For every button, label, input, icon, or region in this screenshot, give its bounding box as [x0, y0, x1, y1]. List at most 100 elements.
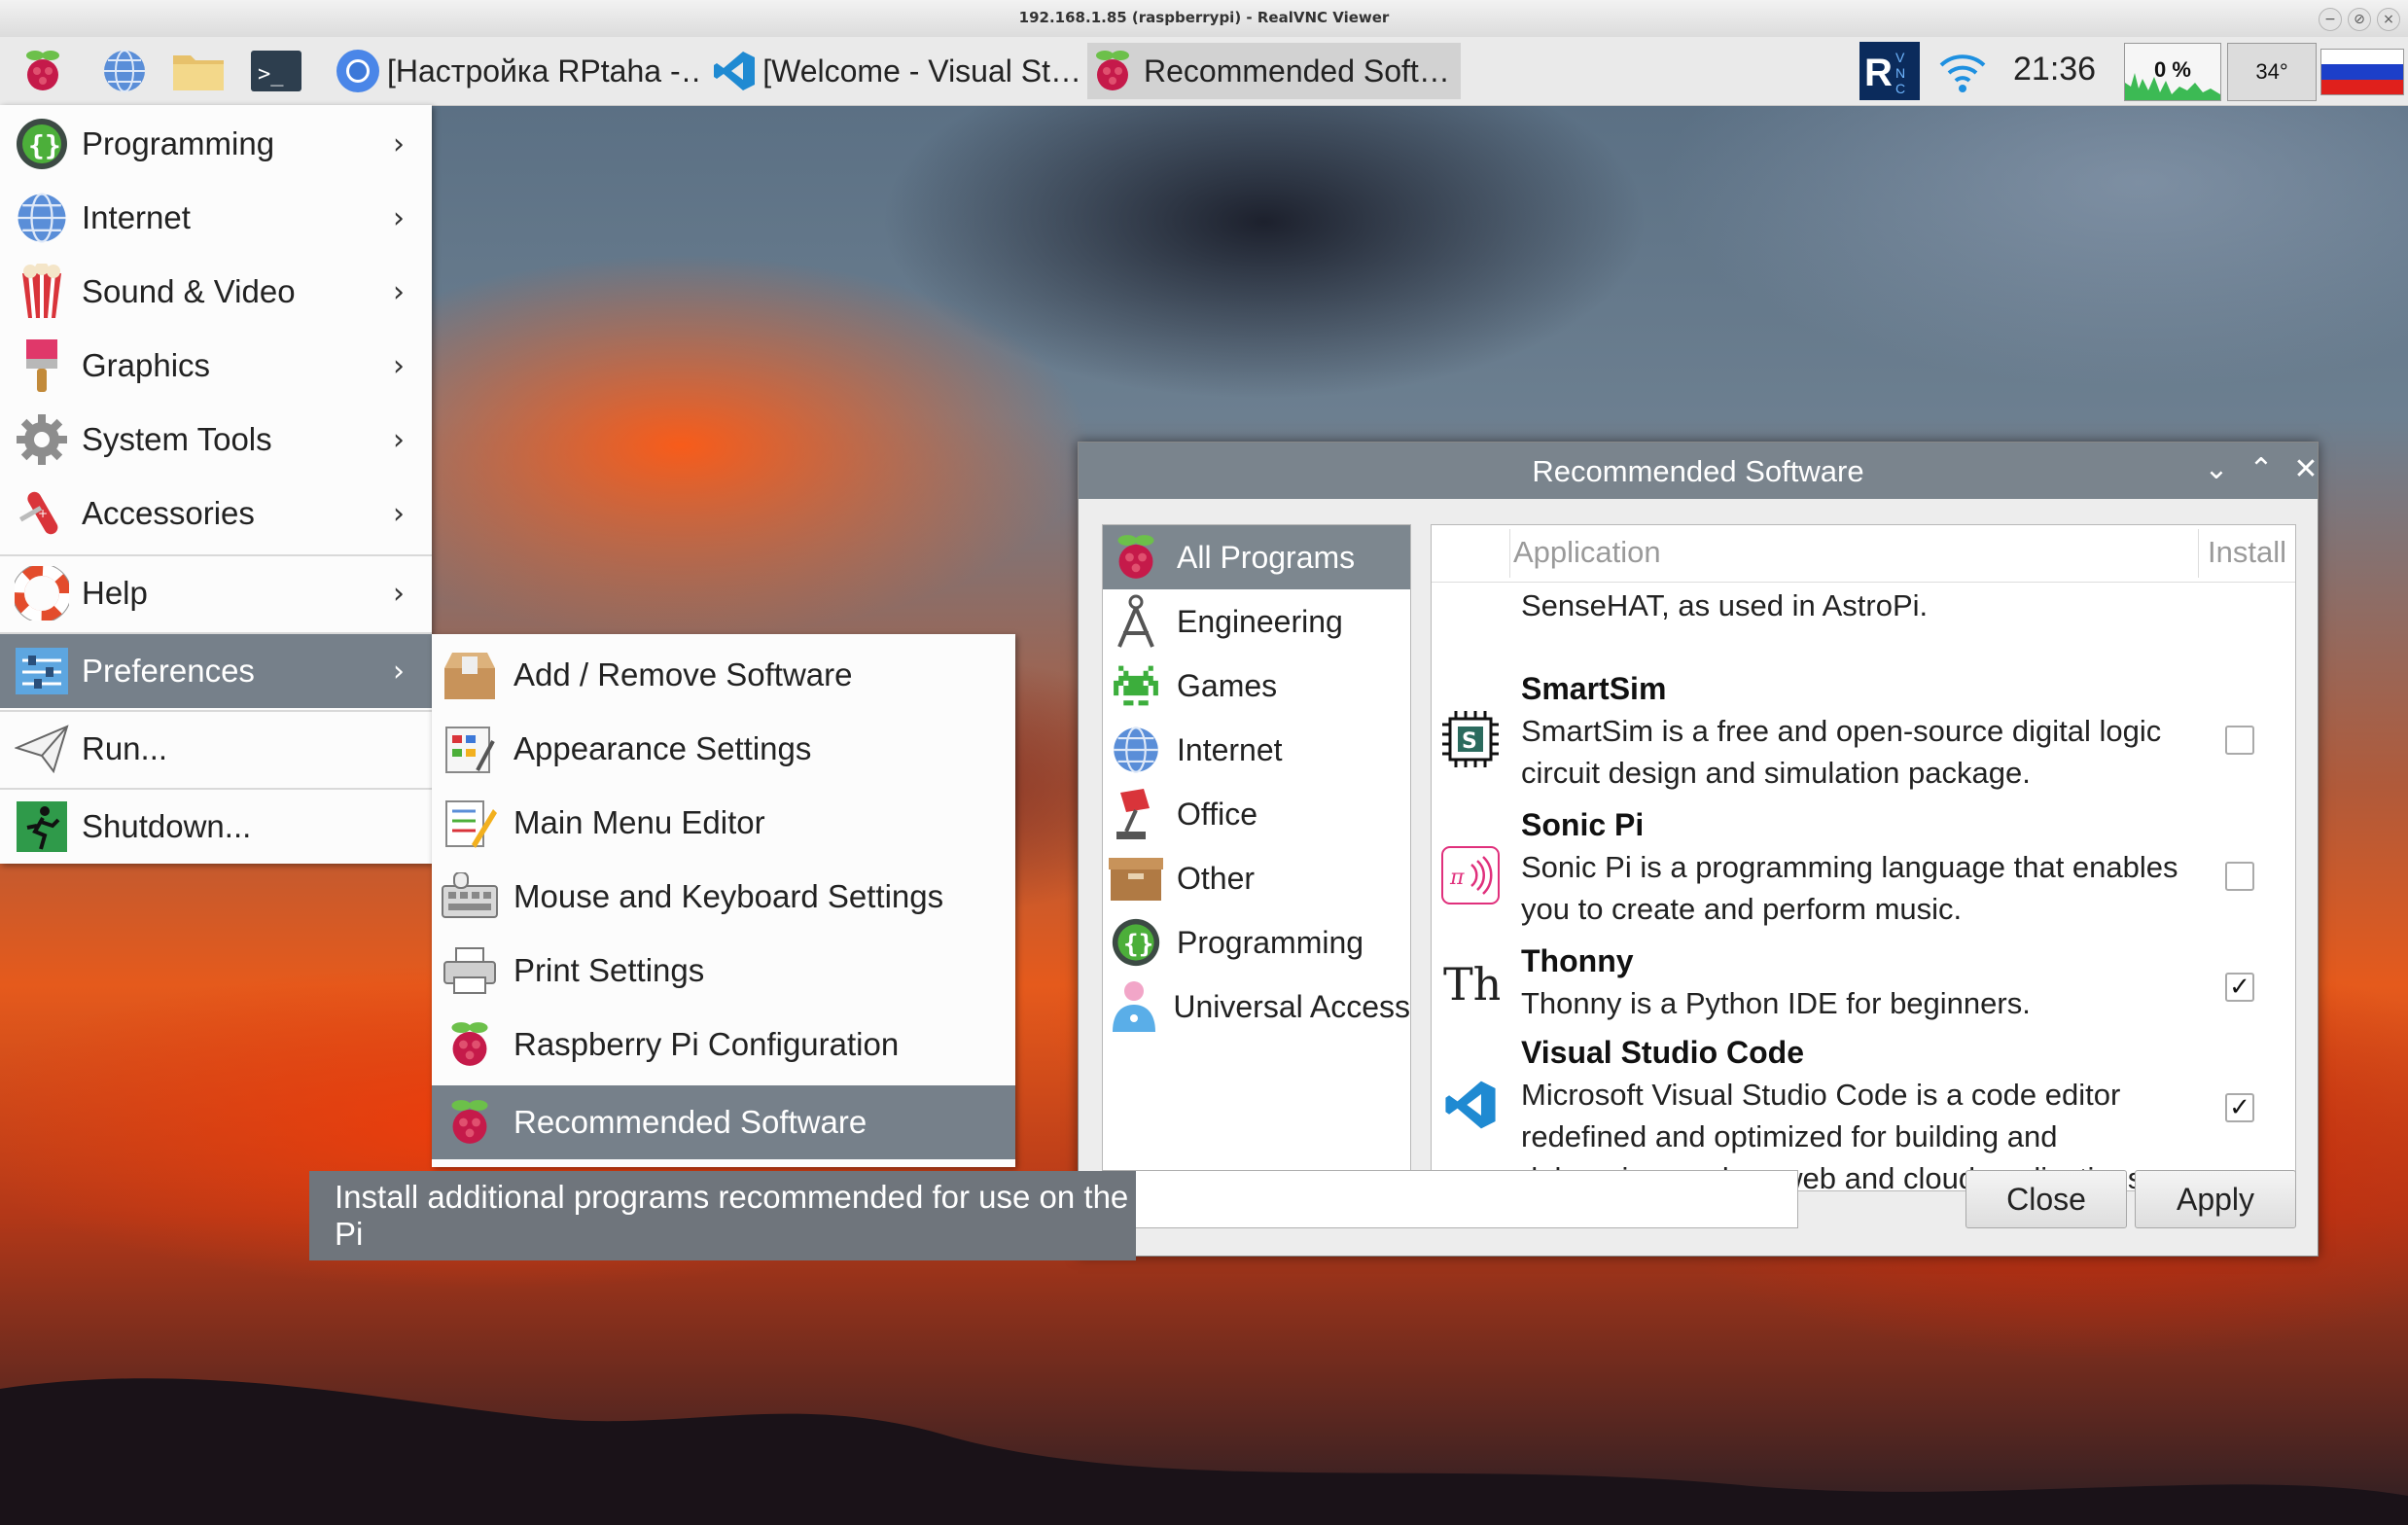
- submenu-item-label: Raspberry Pi Configuration: [513, 1026, 900, 1062]
- system-tools-gear-icon: [12, 409, 72, 470]
- task-recommended-software[interactable]: Recommended Soft…: [1087, 43, 1461, 99]
- programming-icon: {}: [1107, 913, 1165, 972]
- other-box-icon: [1107, 849, 1165, 907]
- cpu-usage-label: 0 %: [2154, 57, 2191, 82]
- close-button[interactable]: Close: [1965, 1170, 2127, 1228]
- maximize-button[interactable]: ⌃: [2244, 452, 2279, 487]
- browser-globe-icon[interactable]: [97, 45, 152, 97]
- install-checkbox[interactable]: [2225, 862, 2254, 891]
- app-row-thonny[interactable]: Thonny Th Thonny is a Python IDE for beg…: [1432, 943, 2295, 1031]
- svg-text:N: N: [1895, 65, 1905, 81]
- svg-text:C: C: [1895, 81, 1905, 96]
- menu-item-label: Programming: [82, 125, 275, 161]
- cpu-temperature[interactable]: 34°: [2227, 43, 2317, 101]
- menu-item-label: Shutdown...: [82, 808, 252, 844]
- install-checkbox[interactable]: ✓: [2225, 973, 2254, 1002]
- games-invader-icon: [1107, 656, 1165, 715]
- menu-item-shutdown[interactable]: Shutdown...: [0, 790, 432, 864]
- submenu-item-add-remove-software[interactable]: Add / Remove Software: [432, 638, 1015, 712]
- task-chromium[interactable]: [Настройка RPtaha -…: [335, 43, 704, 99]
- file-manager-icon[interactable]: [171, 45, 226, 97]
- category-label: Programming: [1177, 924, 1364, 960]
- svg-text:Th: Th: [1443, 958, 1500, 1011]
- application-list[interactable]: Application Install A software emulator …: [1431, 524, 2296, 1191]
- raspberry-menu-icon[interactable]: [16, 45, 70, 97]
- category-office[interactable]: Office: [1103, 782, 1410, 846]
- app-row-visual-studio-code[interactable]: Visual Studio Code Microsoft Visual Stud…: [1432, 1035, 2295, 1190]
- category-programming[interactable]: {} Programming: [1103, 910, 1410, 975]
- install-checkbox[interactable]: [2225, 726, 2254, 755]
- submenu-item-mouse-keyboard[interactable]: Mouse and Keyboard Settings: [432, 860, 1015, 934]
- main-menu-editor-icon: [440, 793, 500, 853]
- keyboard-layout-flag-icon[interactable]: [2320, 49, 2404, 95]
- menu-item-label: Run...: [82, 730, 168, 766]
- menu-item-sound-video[interactable]: Sound & Video ›: [0, 255, 432, 329]
- submenu-item-label: Mouse and Keyboard Settings: [513, 878, 944, 914]
- menu-item-help[interactable]: Help ›: [0, 556, 432, 630]
- sonic-pi-icon: π: [1439, 844, 1502, 906]
- window-titlebar[interactable]: Recommended Software ⌄ ⌃ ✕: [1079, 443, 2319, 499]
- app-description: Sonic Pi is a programming language that …: [1521, 850, 2178, 926]
- menu-item-system-tools[interactable]: System Tools ›: [0, 403, 432, 477]
- vnc-maximize-button[interactable]: ⊘: [2348, 8, 2371, 31]
- submenu-item-recommended-software[interactable]: Recommended Software: [432, 1085, 1015, 1159]
- vnc-icon[interactable]: RVNC: [1858, 41, 1922, 101]
- raspberry-icon: [1087, 46, 1138, 96]
- office-lamp-icon: [1107, 785, 1165, 843]
- category-universal-access[interactable]: Universal Access: [1103, 975, 1410, 1039]
- mouse-keyboard-icon: [440, 867, 500, 927]
- submenu-item-main-menu-editor[interactable]: Main Menu Editor: [432, 786, 1015, 860]
- preferences-sliders-icon: [12, 641, 72, 701]
- menu-item-run[interactable]: Run...: [0, 712, 432, 786]
- column-header-application[interactable]: Application: [1513, 535, 1661, 570]
- vnc-minimize-button[interactable]: −: [2319, 8, 2342, 31]
- svg-text:{}: {}: [28, 129, 61, 161]
- mountain-silhouette: [0, 1378, 2408, 1525]
- submenu-item-appearance-settings[interactable]: Appearance Settings: [432, 712, 1015, 786]
- terminal-icon[interactable]: >_: [249, 45, 303, 97]
- menu-item-label: Preferences: [82, 653, 255, 689]
- submenu-item-raspberry-pi-configuration[interactable]: Raspberry Pi Configuration: [432, 1008, 1015, 1082]
- accessories-knife-icon: +: [12, 483, 72, 544]
- category-label: Games: [1177, 667, 1278, 703]
- app-row-sonic-pi[interactable]: Sonic Pi π Sonic Pi is a programming lan…: [1432, 807, 2295, 934]
- submenu-item-print-settings[interactable]: Print Settings: [432, 934, 1015, 1008]
- minimize-button[interactable]: ⌄: [2199, 452, 2234, 487]
- menu-item-label: Help: [82, 575, 148, 611]
- svg-text:S: S: [1462, 729, 1477, 754]
- vnc-close-button[interactable]: ×: [2377, 8, 2400, 31]
- search-input[interactable]: [1102, 1170, 1798, 1228]
- application-list-header: Application Install: [1432, 525, 2295, 583]
- printer-icon: [440, 940, 500, 1001]
- chevron-right-icon: ›: [393, 348, 405, 383]
- submenu-item-label: Print Settings: [513, 952, 705, 988]
- apply-button[interactable]: Apply: [2135, 1170, 2296, 1228]
- help-lifebuoy-icon: [12, 563, 72, 623]
- category-other[interactable]: Other: [1103, 846, 1410, 910]
- menu-item-internet[interactable]: Internet ›: [0, 181, 432, 255]
- menu-item-accessories[interactable]: + Accessories ›: [0, 477, 432, 550]
- menu-item-programming[interactable]: {} Programming ›: [0, 107, 432, 181]
- submenu-item-label: Recommended Software: [513, 1104, 868, 1140]
- wifi-icon[interactable]: [1935, 45, 1990, 97]
- category-games[interactable]: Games: [1103, 654, 1410, 718]
- app-description: Thonny is a Python IDE for beginners.: [1521, 986, 2031, 1020]
- install-checkbox[interactable]: ✓: [2225, 1093, 2254, 1122]
- app-name: Thonny: [1521, 943, 1634, 978]
- task-vscode[interactable]: [Welcome - Visual St…: [712, 43, 1081, 99]
- menu-item-graphics[interactable]: Graphics ›: [0, 329, 432, 403]
- close-window-button[interactable]: ✕: [2288, 452, 2323, 487]
- app-row-smartsim[interactable]: SmartSim S SmartSim is a free and open-s…: [1432, 671, 2295, 798]
- menu-item-label: Graphics: [82, 347, 211, 383]
- window-title: Recommended Software: [1532, 454, 1864, 488]
- menu-item-preferences[interactable]: Preferences ›: [0, 634, 432, 708]
- clock[interactable]: 21:36: [2013, 51, 2096, 89]
- category-label: Engineering: [1177, 603, 1343, 639]
- category-engineering[interactable]: Engineering: [1103, 589, 1410, 654]
- sound-video-icon: [12, 262, 72, 322]
- svg-text:π: π: [1449, 866, 1465, 890]
- category-all-programs[interactable]: All Programs: [1103, 525, 1410, 589]
- cpu-usage-monitor[interactable]: 0 %: [2124, 43, 2221, 101]
- category-internet[interactable]: Internet: [1103, 718, 1410, 782]
- column-header-install[interactable]: Install: [2208, 535, 2286, 570]
